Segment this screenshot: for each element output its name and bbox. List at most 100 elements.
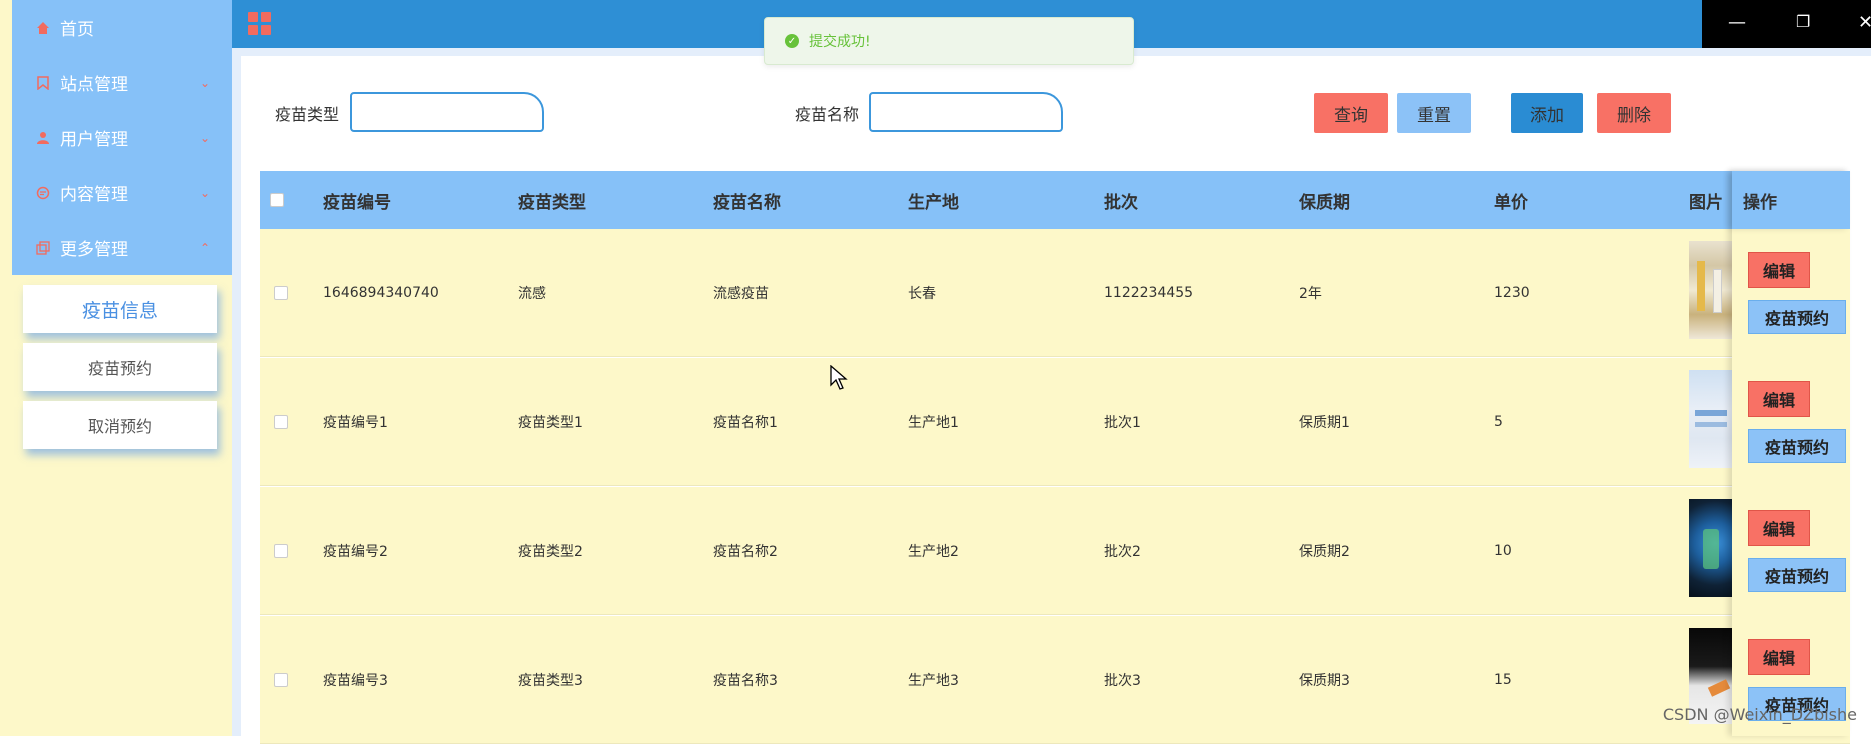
cell-origin: 生产地2 [908,544,959,560]
cell-origin: 生产地3 [908,673,959,689]
vaccine-image [1689,370,1733,468]
header-batch[interactable]: 批次 [1104,171,1138,229]
cell-shelf-life: 保质期3 [1299,673,1350,689]
table-row: 疫苗编号2 疫苗类型2 疫苗名称2 生产地2 批次2 保质期2 10 [260,487,1850,615]
sidebar-item-label: 更多管理 [60,240,128,260]
cell-vaccine-type: 疫苗类型3 [518,673,583,689]
row-checkbox[interactable] [274,415,288,429]
sidebar: 首页 站点管理 ⌄ 用户管理 ⌄ 内容管理 ⌄ 更多管理 ⌃ 疫苗信息 疫苗预约 [12,0,232,736]
content-icon [34,184,52,202]
left-edge [0,0,12,736]
cell-batch: 批次2 [1104,544,1141,560]
cell-unit-price: 5 [1494,414,1503,430]
sidebar-item-more[interactable]: 更多管理 ⌃ [12,220,232,275]
cell-shelf-life: 保质期2 [1299,544,1350,560]
edit-button[interactable]: 编辑 [1748,510,1810,546]
edit-button[interactable]: 编辑 [1748,639,1810,675]
vaccine-type-label: 疫苗类型 [275,105,340,124]
submenu-item-label: 疫苗预约 [87,359,152,378]
cell-vaccine-id: 1646894340740 [323,285,439,301]
table-row: 1646894340740 流感 流感疫苗 长春 1122234455 2年 1… [260,229,1850,357]
cell-vaccine-type: 疫苗类型1 [518,415,583,431]
chevron-down-icon: ⌄ [199,75,210,90]
reset-button[interactable]: 重置 [1397,93,1471,133]
header-operations: 操作 [1732,171,1850,229]
cell-vaccine-id: 疫苗编号3 [323,673,388,689]
more-icon [34,239,52,257]
submenu-item-vaccine-info[interactable]: 疫苗信息 [23,285,217,333]
sidebar-item-label: 用户管理 [60,130,128,150]
cell-batch: 批次1 [1104,415,1141,431]
header-origin[interactable]: 生产地 [908,171,959,229]
minimize-icon[interactable]: — [1728,12,1746,33]
vaccine-name-label: 疫苗名称 [795,105,860,124]
mouse-cursor-icon [830,365,848,390]
cell-vaccine-id: 疫苗编号2 [323,544,388,560]
cell-unit-price: 1230 [1494,285,1530,301]
chevron-up-icon: ⌃ [199,240,210,255]
edit-button[interactable]: 编辑 [1748,381,1810,417]
vaccine-type-input[interactable] [350,92,544,132]
cell-vaccine-name: 疫苗名称2 [713,544,778,560]
cell-batch: 批次3 [1104,673,1141,689]
submenu-item-cancel-booking[interactable]: 取消预约 [23,401,217,449]
window-titlebar: — ❐ ✕ [1702,0,1871,48]
query-button[interactable]: 查询 [1314,93,1388,133]
cell-vaccine-id: 疫苗编号1 [323,415,388,431]
row-checkbox[interactable] [274,544,288,558]
cell-shelf-life: 保质期1 [1299,415,1350,431]
toast-message: 提交成功! [809,34,871,50]
restore-icon[interactable]: ❐ [1796,12,1810,31]
table-header: 疫苗编号 疫苗类型 疫苗名称 生产地 批次 保质期 单价 图片 [260,171,1850,229]
select-all-checkbox[interactable] [270,193,284,207]
home-icon [34,19,52,37]
book-vaccine-button[interactable]: 疫苗预约 [1748,558,1846,592]
sidebar-item-home[interactable]: 首页 [12,0,232,55]
header-vaccine-type[interactable]: 疫苗类型 [518,171,586,229]
delete-button[interactable]: 删除 [1597,93,1671,133]
cell-batch: 1122234455 [1104,285,1194,301]
cell-vaccine-name: 流感疫苗 [713,286,769,302]
table-row: 疫苗编号1 疫苗类型1 疫苗名称1 生产地1 批次1 保质期1 5 [260,358,1850,486]
cell-vaccine-type: 疫苗类型2 [518,544,583,560]
add-button[interactable]: 添加 [1511,93,1583,133]
submenu-item-label: 取消预约 [87,417,152,436]
cell-vaccine-name: 疫苗名称1 [713,415,778,431]
sidebar-item-label: 内容管理 [60,185,128,205]
book-vaccine-button[interactable]: 疫苗预约 [1748,429,1846,463]
cell-unit-price: 10 [1494,543,1512,559]
success-toast: ✓ 提交成功! [764,17,1134,65]
close-icon[interactable]: ✕ [1858,12,1871,33]
sidebar-item-label: 站点管理 [60,75,128,95]
header-vaccine-name[interactable]: 疫苗名称 [713,171,781,229]
watermark: CSDN @Weixin_DZbishe [1662,705,1857,724]
submenu: 疫苗信息 疫苗预约 取消预约 [12,275,232,449]
cell-origin: 长春 [908,286,936,302]
vaccine-image [1689,499,1733,597]
cell-unit-price: 15 [1494,672,1512,688]
cell-vaccine-type: 流感 [518,286,546,302]
submenu-item-label: 疫苗信息 [81,299,158,322]
cell-vaccine-name: 疫苗名称3 [713,673,778,689]
cell-origin: 生产地1 [908,415,959,431]
sidebar-item-site[interactable]: 站点管理 ⌄ [12,55,232,110]
menu-grid-icon[interactable] [248,12,272,36]
chevron-down-icon: ⌄ [199,185,210,200]
vaccine-name-input[interactable] [869,92,1063,132]
cell-shelf-life: 2年 [1299,286,1322,302]
site-icon [34,74,52,92]
header-vaccine-id[interactable]: 疫苗编号 [323,171,391,229]
row-checkbox[interactable] [274,673,288,687]
sidebar-item-content[interactable]: 内容管理 ⌄ [12,165,232,220]
sidebar-item-users[interactable]: 用户管理 ⌄ [12,110,232,165]
header-unit-price[interactable]: 单价 [1494,171,1528,229]
row-checkbox[interactable] [274,286,288,300]
book-vaccine-button[interactable]: 疫苗预约 [1748,300,1846,334]
header-shelf-life[interactable]: 保质期 [1299,171,1350,229]
header-image: 图片 [1689,192,1723,213]
sidebar-item-label: 首页 [60,20,94,40]
user-icon [34,129,52,147]
vaccine-image [1689,241,1733,339]
submenu-item-vaccine-booking[interactable]: 疫苗预约 [23,343,217,391]
edit-button[interactable]: 编辑 [1748,252,1810,288]
